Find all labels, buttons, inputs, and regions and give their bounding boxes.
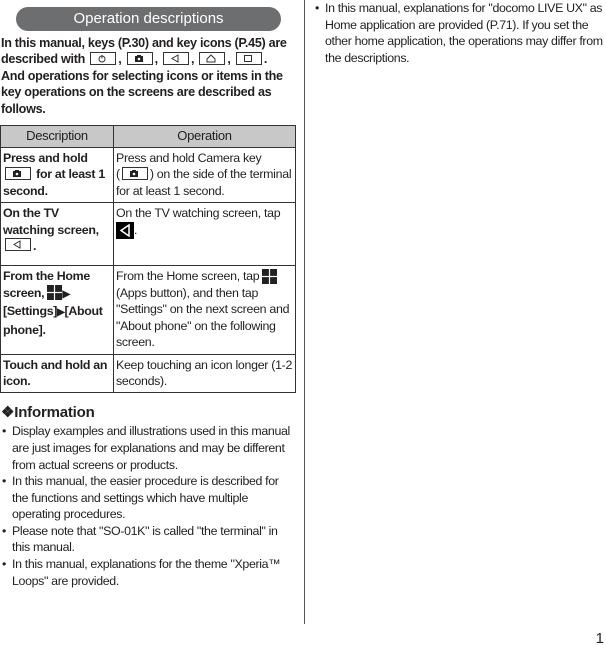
power-key-icon [90, 51, 117, 65]
list-item: Display examples and illustrations used … [0, 423, 297, 473]
operation-cell: Press and hold Camera key () on the side… [113, 147, 296, 204]
intro-line-2: described with , , , , . [1, 51, 268, 67]
table-row: Press and hold for at least 1 second. Pr… [0, 147, 296, 204]
right-column: In this manual, explanations for "docomo… [313, 0, 606, 66]
list-item: In this manual, the easier procedure is … [0, 473, 297, 523]
right-information-list: In this manual, explanations for "docomo… [313, 0, 606, 66]
information-heading: ❖Information [1, 404, 95, 422]
table-header-row: Description Operation [0, 125, 296, 149]
back-button-filled-icon [116, 221, 134, 239]
recent-apps-key-icon [235, 51, 262, 65]
page-number: 1 [595, 630, 604, 647]
arrow-right-icon: ▶ [57, 307, 65, 319]
apps-button-icon [47, 285, 63, 301]
diamond-ornament-icon: ❖ [1, 404, 15, 422]
operation-cell: On the TV watching screen, tap . [113, 202, 296, 267]
intro-line-3: And operations for selecting icons or it… [1, 68, 283, 116]
description-cell: On the TV watching screen, . [0, 202, 114, 267]
camera-key-icon [5, 166, 31, 180]
description-cell: From the Home screen, ▶[Settings]▶[About… [0, 265, 114, 355]
back-key-icon [163, 51, 189, 65]
home-key-icon [199, 51, 226, 65]
left-column: Operation descriptions In this manual, k… [0, 0, 297, 589]
header-description: Description [0, 125, 114, 149]
table-row: On the TV watching screen, . On the TV w… [0, 202, 296, 267]
intro-line-1: In this manual, keys (P.30) and key icon… [1, 36, 287, 50]
information-list: Display examples and illustrations used … [0, 423, 297, 589]
description-cell: Press and hold for at least 1 second. [0, 147, 114, 204]
column-divider [304, 0, 305, 624]
operations-table: Description Operation Press and hold for… [0, 125, 296, 394]
header-operation: Operation [113, 125, 296, 149]
description-cell: Touch and hold an icon. [0, 353, 114, 394]
operation-cell: Keep touching an icon longer (1-2 second… [113, 353, 296, 394]
list-item: In this manual, explanations for "docomo… [313, 0, 606, 66]
intro-paragraph: In this manual, keys (P.30) and key icon… [1, 35, 297, 117]
arrow-right-icon: ▶ [62, 288, 70, 300]
operation-cell: From the Home screen, tap (Apps button),… [113, 265, 296, 355]
apps-button-icon [262, 268, 278, 284]
camera-key-icon [121, 166, 148, 180]
camera-key-icon [126, 51, 153, 65]
list-item: Please note that "SO-01K" is called "the… [0, 523, 297, 556]
table-row: From the Home screen, ▶[Settings]▶[About… [0, 265, 296, 355]
section-title: Operation descriptions [16, 7, 281, 31]
table-row: Touch and hold an icon. Keep touching an… [0, 353, 296, 394]
list-item: In this manual, explanations for the the… [0, 556, 297, 589]
back-key-icon [5, 238, 31, 252]
